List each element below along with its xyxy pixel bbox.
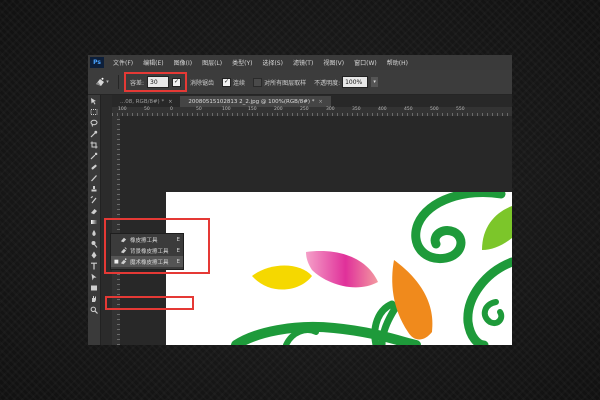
close-icon[interactable]: × [168,99,172,105]
flyout-item-eraser[interactable]: 橡皮擦工具 E [111,234,183,245]
contiguous-checkbox[interactable]: ✓ [222,77,232,87]
ruler-number: 400 [378,107,387,112]
magic-eraser-icon [120,258,127,265]
ruler-number: 100 [118,107,127,112]
eyedropper-icon[interactable] [88,151,100,161]
menu-file[interactable]: 文件(F) [108,58,138,67]
background-eraser-icon [120,247,127,254]
contiguous-option: ✓ 连续 [222,77,246,87]
shape-icon[interactable] [88,283,100,293]
menu-select[interactable]: 选择(S) [257,58,288,67]
ruler-number: 50 [196,107,202,112]
ruler-number: 250 [300,107,309,112]
document-tabs: ...08, RGB/8#) * × 20080515102813 2_2.jp… [112,95,512,107]
sample-all-option: 对所有图层取样 [253,77,307,87]
options-bar: ▾ 容差: 30 ✓ 消除锯齿 ✓ 连续 对所有图层取样 不透明度: 100% … [88,70,512,95]
antialias-checkbox[interactable]: ✓ [172,77,182,87]
hand-icon[interactable] [88,294,100,304]
tab-document-1[interactable]: ...08, RGB/8#) * × [112,96,180,107]
menu-view[interactable]: 视图(V) [318,58,349,67]
flyout-item-background-eraser[interactable]: 背景橡皮擦工具 E [111,245,183,256]
selected-marker-icon: ■ [114,258,119,265]
menu-layer[interactable]: 图层(L) [197,58,227,67]
ruler-number: 50 [144,107,150,112]
menu-image[interactable]: 图像(I) [169,58,197,67]
antialias-option: 消除锯齿 [190,78,214,87]
flyout-item-magic-eraser[interactable]: ■ 魔术橡皮擦工具 E [111,256,183,267]
ruler-number: 0 [170,107,173,112]
tab-label: 20080515102813 2_2.jpg @ 100%(RGB/8#) * [188,98,315,105]
tolerance-highlight: 容差: 30 ✓ [124,72,188,92]
flyout-item-label: 橡皮擦工具 [130,237,158,244]
chevron-down-icon: ▾ [106,79,109,85]
type-icon[interactable] [88,261,100,271]
lasso-icon[interactable] [88,118,100,128]
menu-window[interactable]: 窗口(W) [349,58,382,67]
document-canvas[interactable] [166,192,512,345]
shortcut-label: E [176,236,180,243]
opacity-dropdown-icon[interactable]: ▾ [371,77,379,87]
tolerance-label: 容差: [130,79,145,87]
path-select-icon[interactable] [88,272,100,282]
contiguous-label: 连续 [233,79,246,87]
opacity-option: 不透明度: 100% ▾ [314,76,379,88]
antialias-label: 消除锯齿 [190,79,215,87]
photoshop-logo-icon: Ps [90,57,104,68]
flyout-item-label: 背景橡皮擦工具 [130,248,169,255]
eraser-tools-flyout: 橡皮擦工具 E 背景橡皮擦工具 E ■ 魔术橡皮擦工具 E [110,233,184,270]
eraser-icon[interactable] [88,206,100,216]
gradient-icon[interactable] [88,217,100,227]
blur-icon[interactable] [88,228,100,238]
ruler-number: 300 [326,107,335,112]
vine-artwork [231,192,512,345]
selected-tool-highlight [105,296,194,310]
divider [118,75,119,89]
opacity-input[interactable]: 100% [342,76,369,88]
menu-edit[interactable]: 编辑(E) [138,58,168,67]
ruler-number: 450 [404,107,413,112]
menu-bar: Ps 文件(F) 编辑(E) 图像(I) 图层(L) 类型(Y) 选择(S) 滤… [88,55,512,70]
brush-icon[interactable] [88,173,100,183]
eraser-icon [120,237,127,243]
dodge-icon[interactable] [88,239,100,249]
ruler-number: 150 [248,107,257,112]
ruler-number: 500 [430,107,439,112]
ruler-number: 550 [456,107,465,112]
tool-preset-picker[interactable]: ▾ [91,74,113,90]
shortcut-label: E [176,258,180,265]
tolerance-input[interactable]: 30 [147,76,170,88]
marquee-icon[interactable] [88,107,100,117]
sample-all-label: 对所有图层取样 [264,79,307,87]
photoshop-window: Ps 文件(F) 编辑(E) 图像(I) 图层(L) 类型(Y) 选择(S) 滤… [88,55,512,345]
quick-select-icon[interactable] [88,129,100,139]
sample-all-checkbox[interactable] [253,77,263,87]
flyout-item-label: 魔术橡皮擦工具 [130,259,169,266]
zoom-icon[interactable] [88,305,100,315]
history-brush-icon[interactable] [88,195,100,205]
ruler-number: 100 [222,107,231,112]
ruler-number: 200 [274,107,283,112]
menu-type[interactable]: 类型(Y) [227,58,257,67]
magic-eraser-icon [96,77,105,86]
pen-icon[interactable] [88,250,100,260]
stamp-icon[interactable] [88,184,100,194]
opacity-label: 不透明度: [314,79,341,87]
close-icon[interactable]: × [318,99,322,105]
menu-filter[interactable]: 滤镜(T) [288,58,318,67]
shortcut-label: E [176,247,180,254]
move-icon[interactable] [88,96,100,106]
tab-document-2[interactable]: 20080515102813 2_2.jpg @ 100%(RGB/8#) * … [180,96,331,107]
ruler-number: 350 [352,107,361,112]
tab-label: ...08, RGB/8#) * [120,98,165,105]
menu-help[interactable]: 帮助(H) [382,58,413,67]
healing-icon[interactable] [88,162,100,172]
crop-icon[interactable] [88,140,100,150]
tools-panel [88,95,101,345]
